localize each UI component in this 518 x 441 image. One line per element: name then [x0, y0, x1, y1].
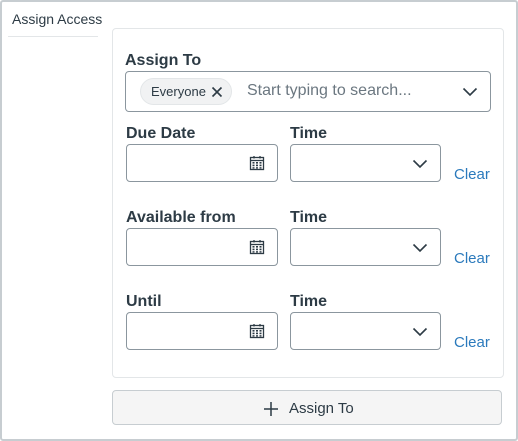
until-clear-button[interactable]: Clear: [454, 334, 490, 351]
until-time-select[interactable]: [290, 312, 441, 350]
due-time-select[interactable]: [290, 144, 441, 182]
chevron-down-icon[interactable]: [412, 241, 428, 255]
due-date-input[interactable]: [126, 144, 278, 182]
available-clear-button[interactable]: Clear: [454, 250, 490, 267]
add-assign-to-button[interactable]: Assign To: [112, 390, 502, 425]
pill-label: Everyone: [151, 84, 206, 99]
due-time-label: Time: [290, 125, 328, 142]
heading-divider: [8, 36, 98, 37]
plus-icon: [264, 402, 278, 416]
assign-access-heading: Assign Access: [12, 11, 103, 27]
available-time-label: Time: [290, 209, 328, 226]
available-from-label: Available from: [126, 209, 236, 226]
chevron-down-icon[interactable]: [462, 85, 478, 99]
assign-to-combobox[interactable]: Everyone Start typing to search...: [125, 71, 491, 112]
until-time-label: Time: [290, 293, 328, 310]
available-from-input[interactable]: [126, 228, 278, 266]
until-label: Until: [126, 293, 162, 310]
available-time-select[interactable]: [290, 228, 441, 266]
search-input[interactable]: Start typing to search...: [247, 82, 412, 100]
calendar-icon[interactable]: [249, 155, 265, 171]
close-icon[interactable]: [211, 86, 223, 98]
until-date-input[interactable]: [126, 312, 278, 350]
everyone-pill: Everyone: [140, 78, 232, 105]
assign-to-label: Assign To: [125, 52, 202, 69]
chevron-down-icon[interactable]: [412, 325, 428, 339]
chevron-down-icon[interactable]: [412, 157, 428, 171]
calendar-icon[interactable]: [249, 239, 265, 255]
due-clear-button[interactable]: Clear: [454, 166, 490, 183]
due-date-label: Due Date: [126, 125, 196, 142]
add-assign-to-label: Assign To: [289, 400, 354, 417]
calendar-icon[interactable]: [249, 323, 265, 339]
